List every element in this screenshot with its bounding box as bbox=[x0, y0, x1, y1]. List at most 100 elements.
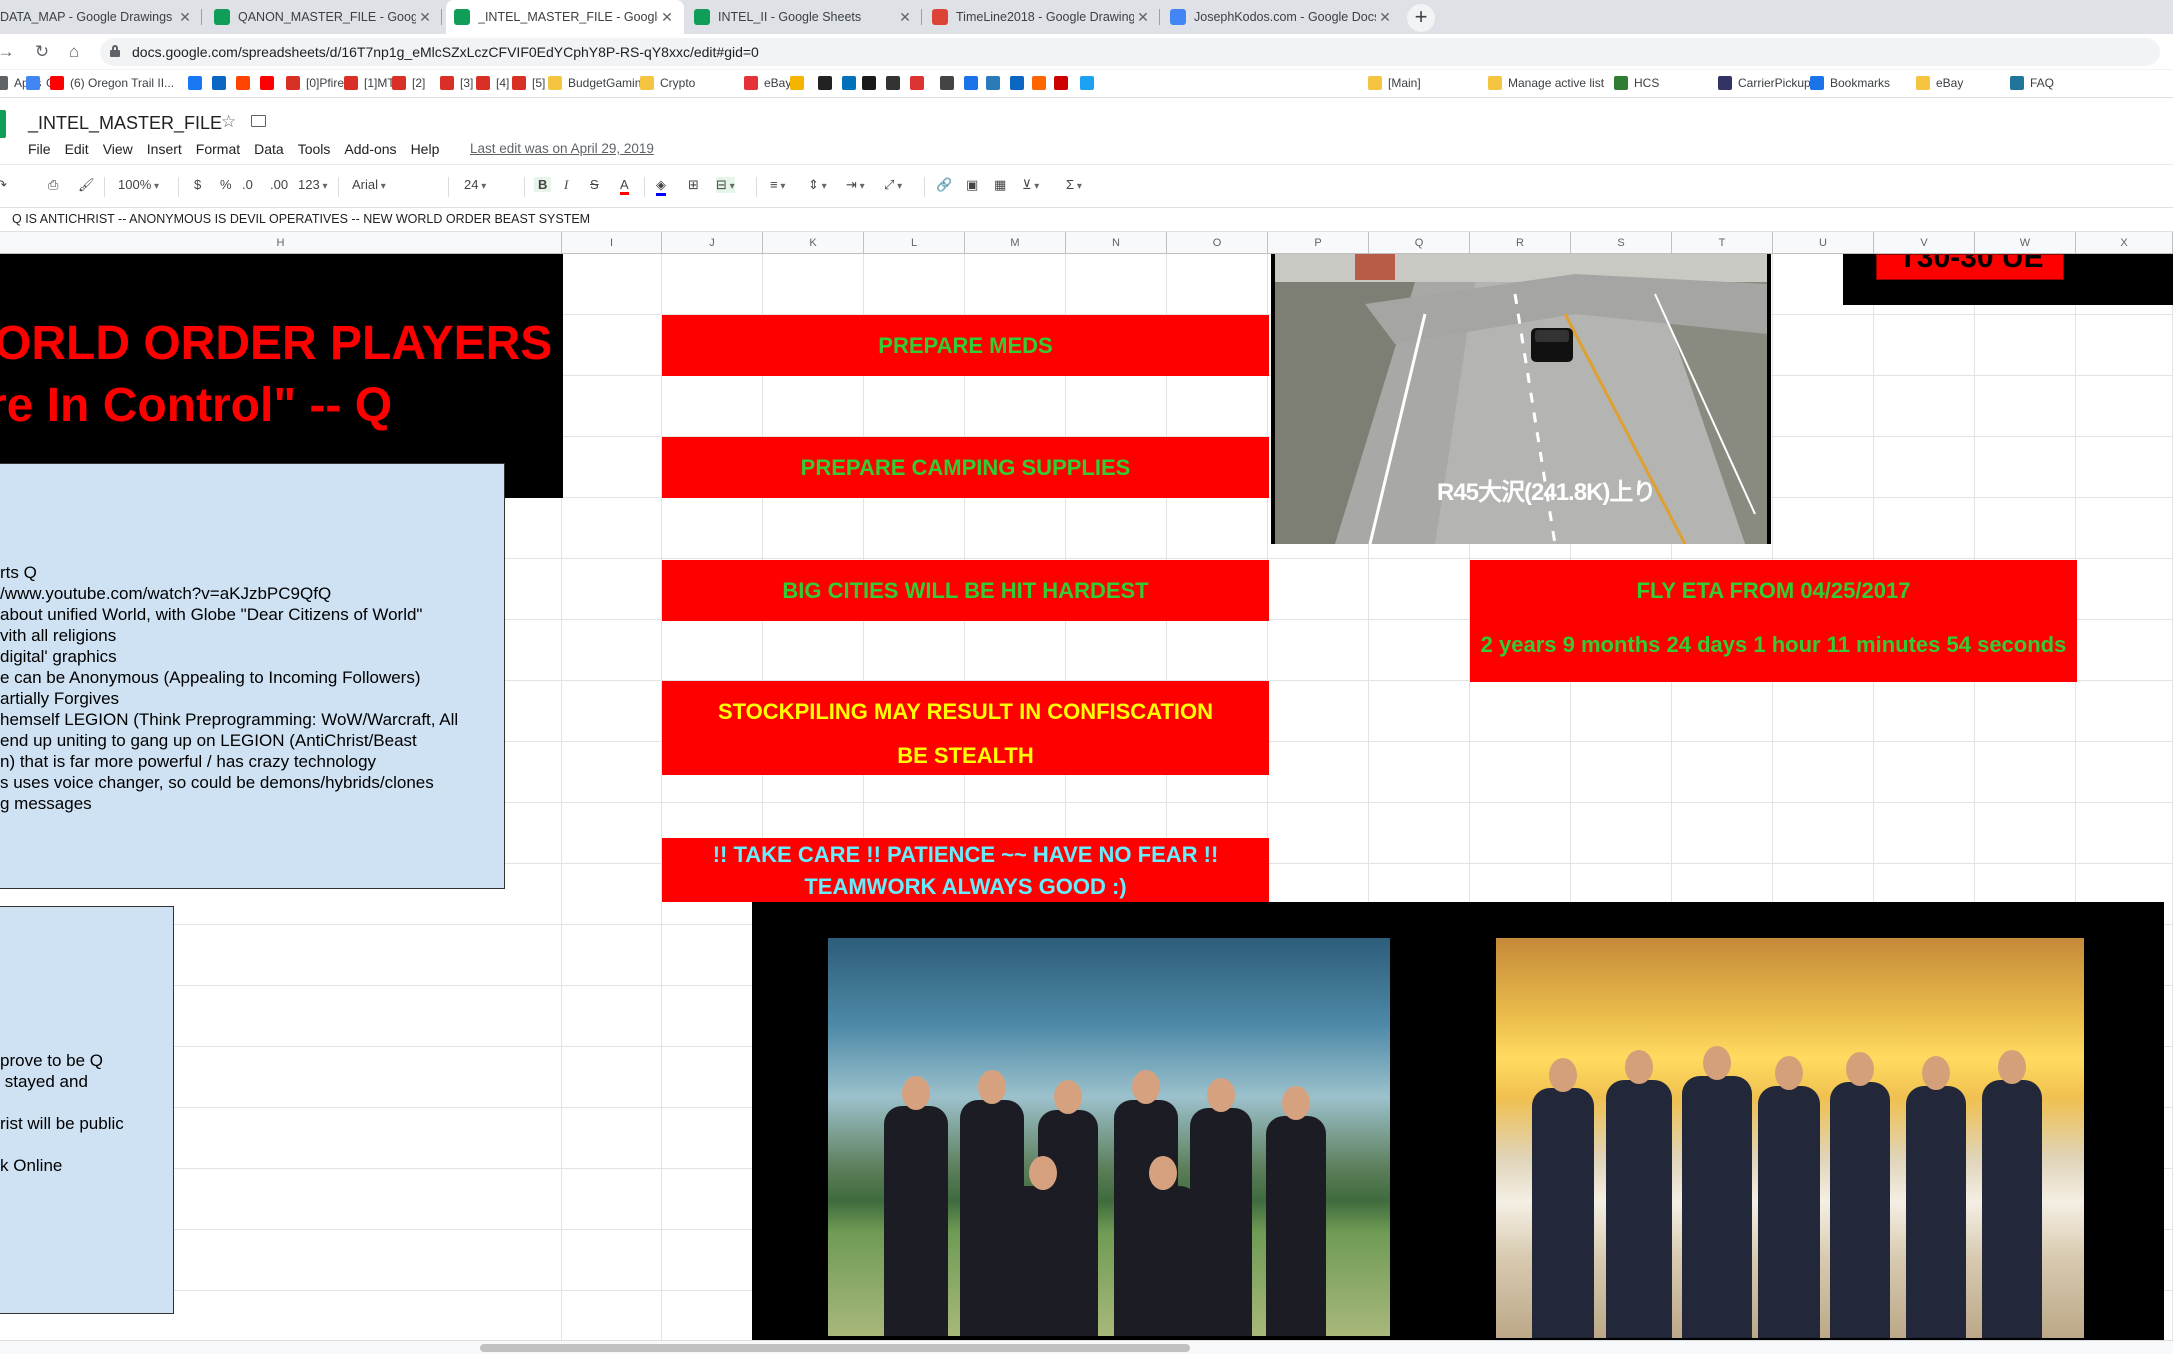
bookmark-item[interactable]: CarrierPickup bbox=[1718, 76, 1811, 90]
redo-icon[interactable]: ↷ bbox=[0, 177, 7, 193]
functions-button[interactable]: Σ bbox=[1066, 177, 1082, 192]
insert-chart-icon[interactable]: ▦ bbox=[994, 177, 1006, 193]
bookmark-item[interactable] bbox=[236, 76, 256, 90]
notes-textbox-2[interactable]: prove to be Q stayed and rist will be pub… bbox=[0, 906, 174, 1314]
menu-tools[interactable]: Tools bbox=[298, 141, 331, 157]
sheets-logo-icon[interactable] bbox=[0, 110, 6, 138]
browser-tab[interactable]: QANON_MASTER_FILE - Google ✕ bbox=[206, 0, 442, 34]
forward-icon[interactable]: → bbox=[0, 40, 18, 64]
home-icon[interactable]: ⌂ bbox=[62, 40, 86, 64]
formula-bar-text[interactable]: Q IS ANTICHRIST -- ANONYMOUS IS DEVIL OP… bbox=[12, 212, 590, 226]
fill-color-icon[interactable]: ◈ bbox=[656, 177, 666, 196]
stockpiling-box[interactable]: STOCKPILING MAY RESULT IN CONFISCATION B… bbox=[662, 681, 1269, 775]
column-header[interactable]: V bbox=[1874, 232, 1975, 254]
more-formats-select[interactable]: 123 bbox=[298, 177, 328, 192]
percent-format-button[interactable]: % bbox=[220, 177, 232, 192]
column-header[interactable]: T bbox=[1672, 232, 1773, 254]
bookmark-item[interactable]: [3] bbox=[440, 76, 473, 90]
bookmark-item[interactable]: HCS bbox=[1614, 76, 1659, 90]
merge-cells-icon[interactable]: ⊟ bbox=[716, 177, 735, 193]
browser-tab-active[interactable]: _INTEL_MASTER_FILE - Google S ✕ bbox=[446, 0, 684, 34]
close-icon[interactable]: ✕ bbox=[896, 9, 914, 26]
group-photo-right[interactable] bbox=[1496, 938, 2084, 1338]
bookmark-item[interactable] bbox=[188, 76, 208, 90]
bookmark-item[interactable]: eBay bbox=[744, 76, 791, 90]
close-icon[interactable]: ✕ bbox=[416, 9, 434, 26]
bold-button[interactable]: B bbox=[534, 177, 552, 192]
zoom-select[interactable]: 100% bbox=[118, 177, 159, 192]
filter-icon[interactable]: ⊻ bbox=[1022, 177, 1039, 193]
traffic-camera-image[interactable]: R45大沢(241.8K)上り bbox=[1271, 254, 1771, 544]
bookmark-favicon-icon[interactable] bbox=[964, 76, 984, 90]
close-icon[interactable]: ✕ bbox=[1376, 9, 1394, 26]
increase-decimal-button[interactable]: .00 bbox=[270, 177, 288, 192]
text-color-button[interactable]: A bbox=[620, 177, 629, 195]
bookmark-item[interactable]: Bookmarks bbox=[1810, 76, 1890, 90]
group-photo-left[interactable] bbox=[828, 938, 1390, 1336]
browser-tab[interactable]: JosephKodos.com - Google Docs ✕ bbox=[1162, 0, 1402, 34]
strikethrough-button[interactable]: S bbox=[590, 177, 599, 192]
bookmark-item[interactable]: [4] bbox=[476, 76, 509, 90]
bookmark-favicon-icon[interactable] bbox=[790, 76, 810, 90]
column-header[interactable]: O bbox=[1167, 232, 1268, 254]
new-tab-button[interactable]: + bbox=[1407, 4, 1435, 32]
column-header[interactable]: X bbox=[2076, 232, 2173, 254]
menu-edit[interactable]: Edit bbox=[65, 141, 89, 157]
column-header[interactable]: R bbox=[1470, 232, 1571, 254]
close-icon[interactable]: ✕ bbox=[1134, 9, 1152, 26]
column-header[interactable]: H bbox=[0, 232, 562, 254]
bookmark-item[interactable]: Crypto bbox=[640, 76, 695, 90]
formula-bar[interactable]: Q IS ANTICHRIST -- ANONYMOUS IS DEVIL OP… bbox=[0, 208, 2173, 232]
vertical-align-icon[interactable]: ⇕ bbox=[808, 177, 827, 193]
close-icon[interactable]: ✕ bbox=[176, 9, 194, 26]
scroll-thumb[interactable] bbox=[480, 1344, 1190, 1352]
column-header[interactable]: J bbox=[662, 232, 763, 254]
menu-format[interactable]: Format bbox=[196, 141, 240, 157]
bookmark-favicon-icon[interactable] bbox=[1054, 76, 1074, 90]
bookmark-favicon-icon[interactable] bbox=[862, 76, 882, 90]
column-header[interactable]: P bbox=[1268, 232, 1369, 254]
bookmark-favicon-icon[interactable] bbox=[818, 76, 838, 90]
bookmark-item[interactable]: Manage active list bbox=[1488, 76, 1604, 90]
bookmark-item[interactable] bbox=[212, 76, 232, 90]
title-banner[interactable]: ORLD ORDER PLAYERS re In Control" -- Q bbox=[0, 254, 563, 498]
menu-help[interactable]: Help bbox=[411, 141, 440, 157]
prepare-meds-box[interactable]: PREPARE MEDS bbox=[662, 315, 1269, 376]
column-header[interactable]: W bbox=[1975, 232, 2076, 254]
move-folder-icon[interactable] bbox=[251, 115, 266, 127]
column-header[interactable]: N bbox=[1066, 232, 1167, 254]
bookmark-item[interactable]: (6) Oregon Trail II... bbox=[50, 76, 174, 90]
column-header[interactable]: I bbox=[562, 232, 662, 254]
menu-addons[interactable]: Add-ons bbox=[344, 141, 396, 157]
close-icon[interactable]: ✕ bbox=[658, 9, 676, 26]
bookmark-item[interactable]: BudgetGaming bbox=[548, 76, 648, 90]
star-icon[interactable]: ☆ bbox=[221, 112, 236, 132]
bookmark-favicon-icon[interactable] bbox=[1010, 76, 1030, 90]
browser-tab[interactable]: TimeLine2018 - Google Drawings ✕ bbox=[924, 0, 1160, 34]
menu-insert[interactable]: Insert bbox=[147, 141, 182, 157]
column-header[interactable]: K bbox=[763, 232, 864, 254]
top-right-red-box[interactable]: T30-30 UE bbox=[1876, 254, 2064, 280]
text-wrap-icon[interactable]: ⇥ bbox=[846, 177, 865, 193]
bookmark-favicon-icon[interactable] bbox=[842, 76, 862, 90]
column-header[interactable]: U bbox=[1773, 232, 1874, 254]
document-title[interactable]: _INTEL_MASTER_FILE bbox=[28, 113, 222, 134]
italic-button[interactable]: I bbox=[564, 177, 568, 193]
horizontal-align-icon[interactable]: ≡ bbox=[770, 177, 785, 192]
browser-tab[interactable]: INTEL_II - Google Sheets ✕ bbox=[686, 0, 922, 34]
address-bar[interactable]: docs.google.com/spreadsheets/d/16T7np1g_… bbox=[100, 38, 2160, 66]
bookmark-item[interactable] bbox=[260, 76, 280, 90]
bookmark-item[interactable]: [5] bbox=[512, 76, 545, 90]
paint-format-icon[interactable]: 🖌 bbox=[78, 177, 95, 193]
bookmark-item[interactable]: eBay bbox=[1916, 76, 1963, 90]
reload-icon[interactable]: ↻ bbox=[30, 40, 54, 64]
prepare-camping-box[interactable]: PREPARE CAMPING SUPPLIES bbox=[662, 437, 1269, 498]
menu-view[interactable]: View bbox=[103, 141, 133, 157]
currency-format-button[interactable]: $ bbox=[194, 177, 201, 192]
bookmark-item[interactable]: FAQ bbox=[2010, 76, 2054, 90]
bookmark-favicon-icon[interactable] bbox=[1032, 76, 1052, 90]
text-rotation-icon[interactable]: ⤢ bbox=[884, 177, 902, 193]
big-cities-box[interactable]: BIG CITIES WILL BE HIT HARDEST bbox=[662, 560, 1269, 621]
borders-icon[interactable]: ⊞ bbox=[688, 177, 699, 193]
bookmark-item[interactable]: [Main] bbox=[1368, 76, 1421, 90]
